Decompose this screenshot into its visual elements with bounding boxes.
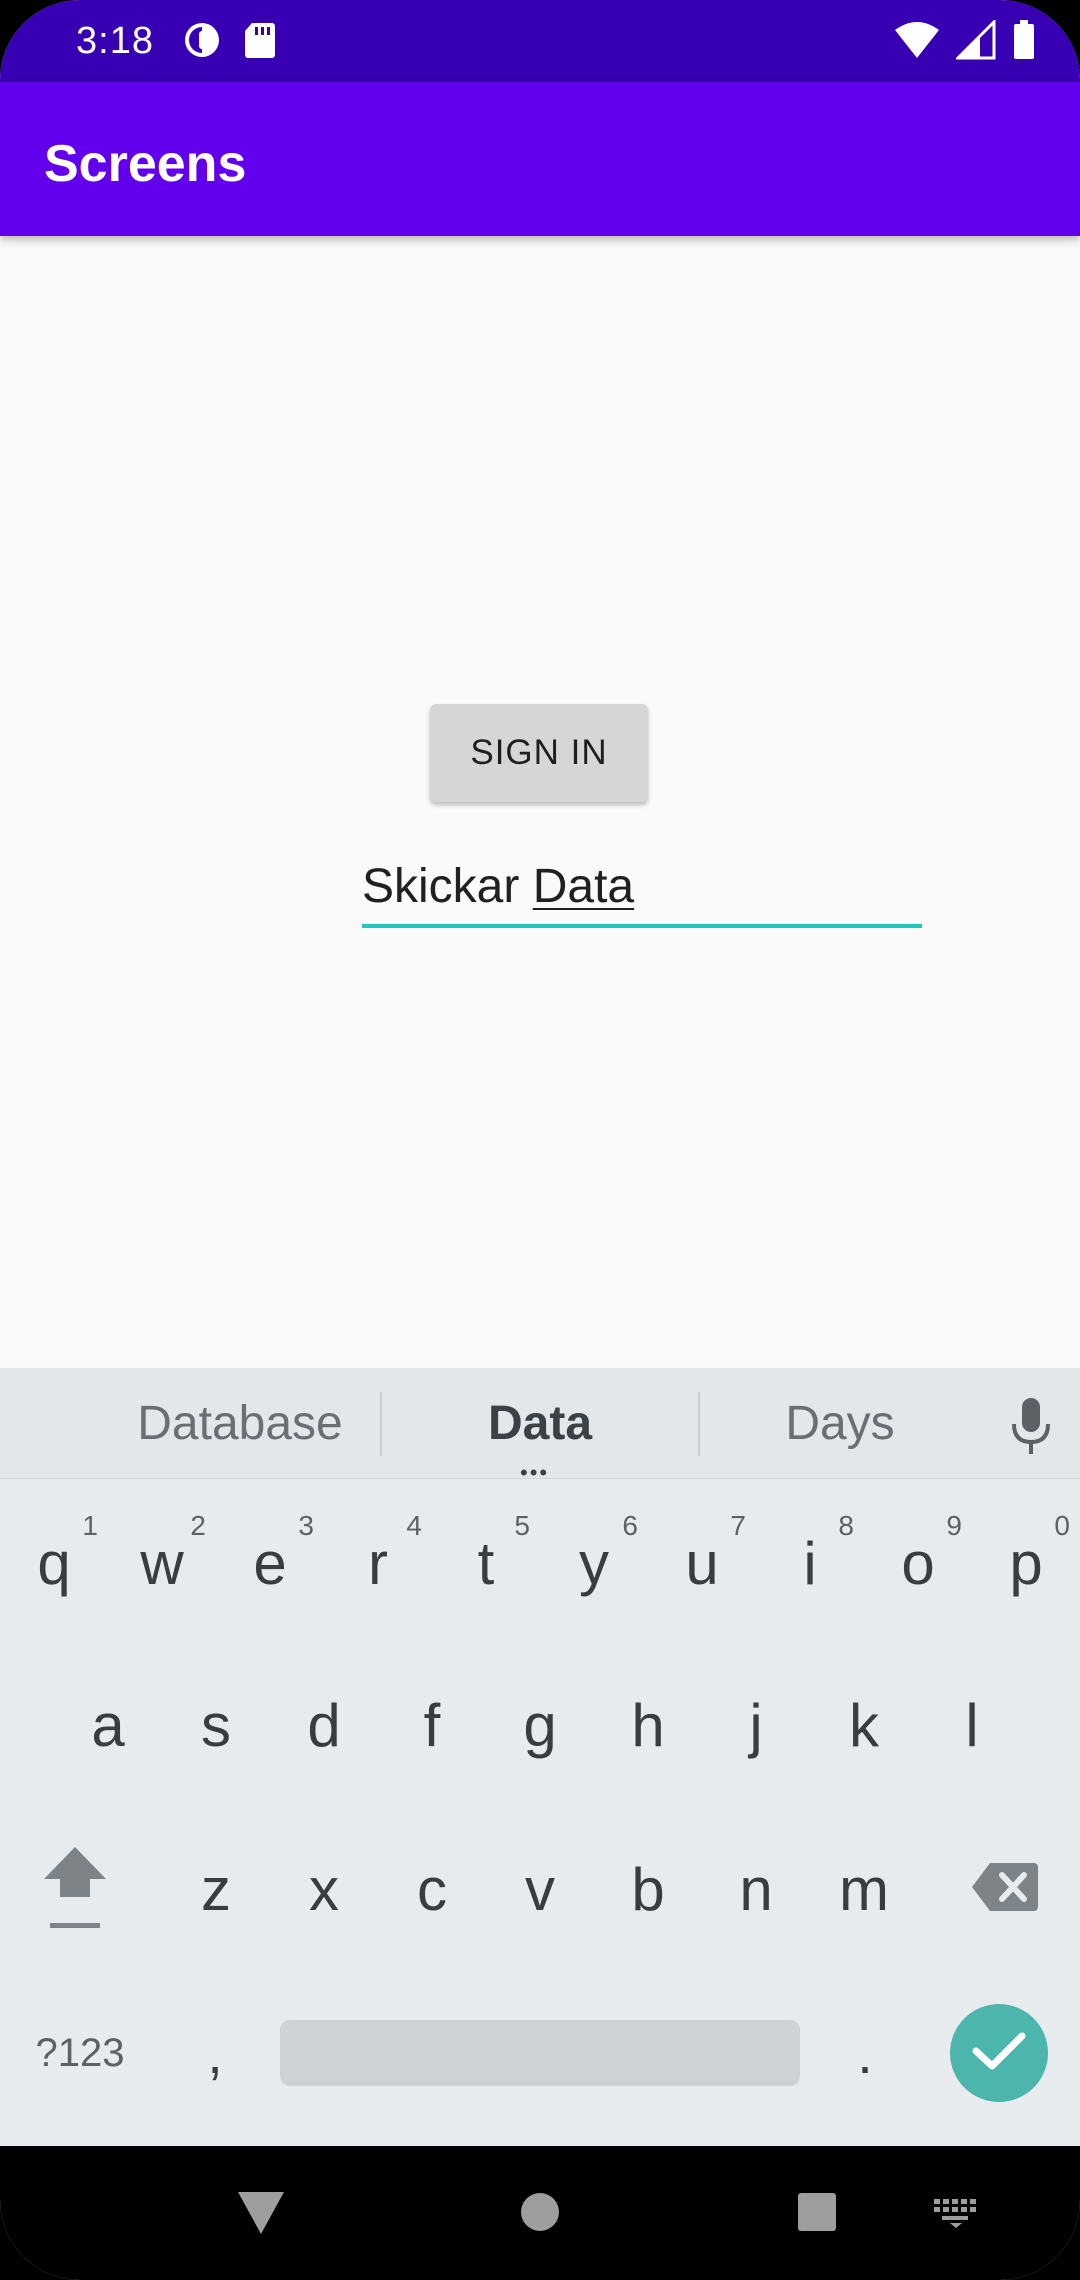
key-d[interactable]: d [270,1660,378,1790]
sd-card-icon [244,21,276,64]
key-z[interactable]: z [162,1824,270,1954]
navigation-bar [0,2146,1080,2280]
key-a[interactable]: a [54,1660,162,1790]
composing-text: Data [532,859,635,913]
status-bar: 3:18 [0,0,1080,82]
key-n[interactable]: n [702,1824,810,1954]
key-s[interactable]: s [162,1660,270,1790]
key-q[interactable]: q1 [0,1498,108,1628]
page-title: Screens [44,135,247,193]
key-h[interactable]: h [594,1660,702,1790]
check-icon [972,2031,1026,2076]
key-l[interactable]: l [918,1660,1026,1790]
keyboard-switch-icon[interactable] [933,2198,979,2233]
shift-key[interactable] [20,1824,130,1954]
symbols-key[interactable]: ?123 [20,1988,140,2118]
key-u[interactable]: u7 [648,1498,756,1628]
suggestion-strip: Database Data ••• Days [0,1368,1080,1485]
data-saver-icon [182,20,222,65]
home-icon[interactable] [520,2192,560,2237]
backspace-key[interactable] [950,1824,1060,1954]
soft-keyboard: Database Data ••• Days q1 w2 e3 r4 t5 y6… [0,1368,1080,2146]
message-input[interactable]: Skickar Data [362,848,922,928]
key-e[interactable]: e3 [216,1498,324,1628]
battery-icon [1012,20,1036,65]
suggestion-right[interactable]: Days [740,1396,940,1451]
key-y[interactable]: y6 [540,1498,648,1628]
key-x[interactable]: x [270,1824,378,1954]
suggestion-divider [698,1392,700,1456]
wifi-icon [894,20,940,65]
key-t[interactable]: t5 [432,1498,540,1628]
shift-icon [40,1839,110,1940]
sign-in-button[interactable]: SIGN IN [430,704,648,802]
status-time: 3:18 [76,20,154,62]
phone-screen: 3:18 Screens SIGN IN Skickar Data Databa… [0,0,1080,2280]
key-r[interactable]: r4 [324,1498,432,1628]
key-j[interactable]: j [702,1660,810,1790]
cell-signal-icon [954,18,996,65]
key-v[interactable]: v [486,1824,594,1954]
key-p[interactable]: p0 [972,1498,1080,1628]
key-g[interactable]: g [486,1660,594,1790]
suggestion-left[interactable]: Database [130,1396,350,1451]
more-suggestions-dots: ••• [520,1460,550,1485]
comma-key[interactable]: , [170,1988,260,2118]
key-o[interactable]: o9 [864,1498,972,1628]
input-text: Skickar [362,859,533,913]
mic-icon[interactable] [1008,1396,1054,1461]
key-i[interactable]: i8 [756,1498,864,1628]
key-k[interactable]: k [810,1660,918,1790]
suggestion-divider [380,1392,382,1456]
backspace-icon [970,1861,1040,1918]
key-b[interactable]: b [594,1824,702,1954]
key-w[interactable]: w2 [108,1498,216,1628]
app-bar: Screens [0,82,1080,236]
enter-key[interactable] [950,2004,1048,2102]
key-f[interactable]: f [378,1660,486,1790]
space-bar[interactable] [280,2020,800,2086]
key-m[interactable]: m [810,1824,918,1954]
key-c[interactable]: c [378,1824,486,1954]
recents-icon[interactable] [797,2192,837,2237]
suggestion-center[interactable]: Data [430,1396,650,1451]
period-key[interactable]: . [820,1988,910,2118]
back-icon[interactable] [236,2190,286,2241]
